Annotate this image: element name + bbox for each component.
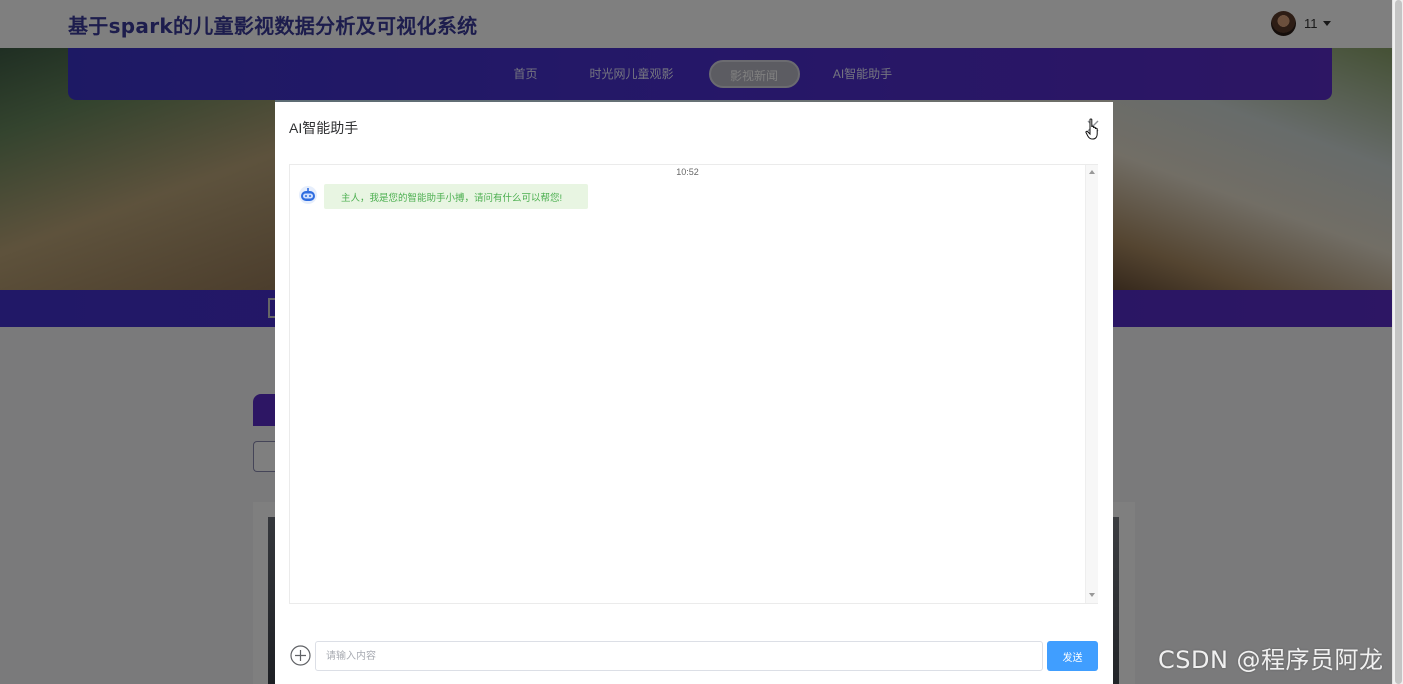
robot-icon (299, 186, 317, 204)
chat-scrollbar[interactable] (1085, 165, 1098, 603)
scroll-down-icon[interactable] (1089, 593, 1095, 597)
dialog-title: AI智能助手 (289, 120, 359, 136)
ai-assistant-dialog: AI智能助手 10:52 主人，我是您的智能助手小搏，请问有什么可以帮您! 发送 (275, 102, 1113, 684)
page-scroll-thumb[interactable] (1395, 0, 1402, 684)
bot-message-bubble: 主人，我是您的智能助手小搏，请问有什么可以帮您! (324, 184, 588, 209)
page-scrollbar[interactable] (1392, 0, 1403, 684)
scroll-up-icon[interactable] (1089, 170, 1095, 174)
message-input[interactable] (315, 641, 1043, 671)
send-button[interactable]: 发送 (1047, 641, 1098, 671)
message-time: 10:52 (676, 167, 699, 177)
add-circle-icon[interactable] (290, 645, 311, 666)
watermark: CSDN @程序员阿龙 (1158, 646, 1384, 674)
hand-cursor-icon (1085, 118, 1098, 140)
chat-panel[interactable]: 10:52 主人，我是您的智能助手小搏，请问有什么可以帮您! (289, 164, 1098, 604)
